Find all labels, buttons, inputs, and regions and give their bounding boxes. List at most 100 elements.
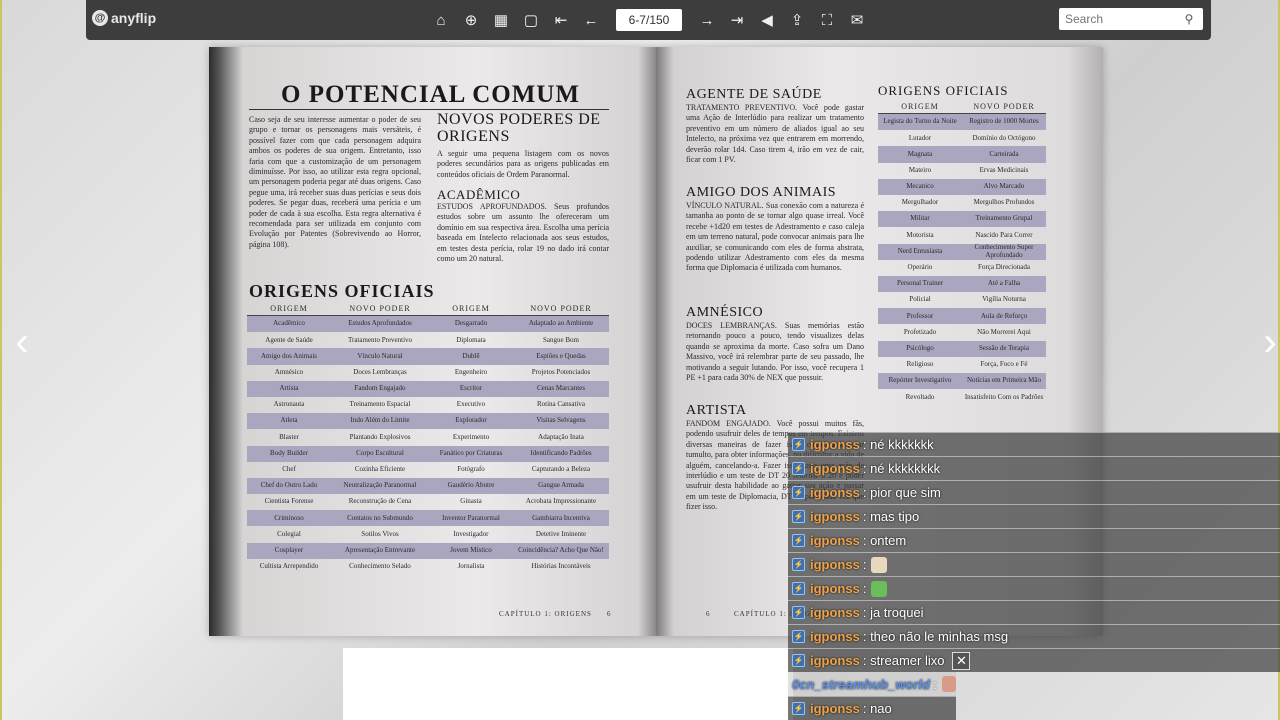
chat-message: ⚡ igponss: mas tipo xyxy=(788,504,1280,528)
table-cell: Mateiro xyxy=(908,165,932,174)
academico-heading: ACADÊMICO xyxy=(437,187,521,202)
table-cell: Mecanico xyxy=(906,182,934,191)
table-row: Militar Treinamento Grupal xyxy=(878,211,1046,228)
chat-message: ⚡ igponss: né kkkkkkkk xyxy=(788,456,1280,480)
table-cell: Agente de Saúde xyxy=(265,335,313,344)
search-box[interactable]: ⚲ xyxy=(1059,8,1203,30)
table-cell: Blaster xyxy=(279,432,299,441)
first-page-icon[interactable]: ⇤ xyxy=(546,8,576,32)
chat-username[interactable]: 0cn_streamhub_world xyxy=(792,677,930,692)
user-badge-icon: ⚡ xyxy=(792,558,805,571)
table-cell: Detetive Iminente xyxy=(535,529,587,538)
single-page-icon[interactable]: ▢ xyxy=(516,8,546,32)
amigo-text: VÍNCULO NATURAL. Sua conexão com a natur… xyxy=(686,201,864,273)
zoom-in-icon[interactable]: ⊕ xyxy=(456,8,486,32)
table-cell: Diplomata xyxy=(456,335,486,344)
table-cell: Conhecimento Super Aprofundado xyxy=(974,243,1034,259)
table-cell: Investigador xyxy=(453,529,489,538)
user-badge-icon: ⚡ xyxy=(792,486,805,499)
anyflip-logo-icon: @ xyxy=(92,10,108,26)
left-table-title: ORIGENS OFICIAIS xyxy=(249,281,435,301)
chat-username[interactable]: igponss xyxy=(810,437,860,452)
table-cell: Carteirada xyxy=(989,149,1019,158)
chat-username[interactable]: igponss xyxy=(810,533,860,548)
search-input[interactable] xyxy=(1059,9,1179,29)
prev-flip-arrow-icon[interactable]: ‹ xyxy=(10,320,34,364)
academico-text: ESTUDOS APROFUNDADOS. Seus profundos est… xyxy=(437,202,609,264)
thumbnails-icon[interactable]: ▦ xyxy=(486,8,516,32)
chat-username[interactable]: igponss xyxy=(810,629,860,644)
table-cell: Cosplayer xyxy=(274,545,304,554)
table-row: Chef Cozinha Eficiente Fotógrafo Capturando… xyxy=(247,462,609,478)
table-row: Agente de Saúde Tratamento Preventivo Dipl… xyxy=(247,332,609,348)
user-badge-icon: ⚡ xyxy=(792,462,805,475)
mail-icon[interactable]: ✉ xyxy=(842,8,872,32)
table-cell: Mergulhos Profundos xyxy=(973,198,1035,207)
table-cell: Treinamento Grupal xyxy=(975,214,1033,223)
anyflip-logo[interactable]: @ anyflip xyxy=(92,10,156,26)
chat-username[interactable]: igponss xyxy=(810,557,860,572)
close-icon[interactable]: ✕ xyxy=(952,651,971,670)
chat-message: ⚡ igponss: xyxy=(788,552,1280,576)
table-cell: Astronauta xyxy=(273,400,305,409)
chat-message-text: : mas tipo xyxy=(862,509,920,524)
table-cell: Criminoso xyxy=(274,513,304,522)
table-cell: Contatos no Submundo xyxy=(347,513,413,522)
table-row: Magnata Carteirada xyxy=(878,146,1046,163)
table-cell: Policial xyxy=(909,295,931,304)
chat-username[interactable]: igponss xyxy=(810,701,860,716)
page-indicator-input[interactable]: 6-7/150 xyxy=(616,9,682,31)
table-cell: Acadêmico xyxy=(273,319,305,328)
table-cell: Escritor xyxy=(459,384,483,393)
chat-username[interactable]: igponss xyxy=(810,461,860,476)
novos-poderes-heading: NOVOS PODERES DE ORIGENS xyxy=(437,111,601,145)
share-icon[interactable]: ⇪ xyxy=(782,8,812,32)
table-cell: Tratamento Preventivo xyxy=(347,335,413,344)
table-cell: Gaudério Abutre xyxy=(447,481,495,490)
table-cell: Artista xyxy=(279,384,299,393)
frog-emote-icon xyxy=(871,580,888,597)
fullscreen-icon[interactable]: ⛶ xyxy=(812,8,842,32)
chat-message: ⚡ igponss: né kkkkkkk xyxy=(788,432,1280,456)
sound-icon[interactable]: ◀ xyxy=(752,8,782,32)
chat-message-text: : xyxy=(862,581,867,596)
last-page-icon[interactable]: ⇥ xyxy=(722,8,752,32)
user-badge-icon: ⚡ xyxy=(792,438,805,451)
table-cell: Profetizado xyxy=(903,327,937,336)
title-rule xyxy=(249,109,609,110)
table-header-cell: ORIGEM xyxy=(901,102,939,112)
left-page[interactable]: O POTENCIAL COMUM Caso seja de seu inter… xyxy=(209,47,656,636)
table-row: Psicólogo Sessão de Terapia xyxy=(878,340,1046,357)
chat-username[interactable]: igponss xyxy=(810,605,860,620)
chat-message: ⚡ igponss: ja troquei xyxy=(788,600,1280,624)
table-cell: Visitas Selvagens xyxy=(536,416,586,425)
left-origens-table: ORIGEM NOVO PODER ORIGEM NOVO PODER Acadêmi… xyxy=(247,303,609,575)
chat-username[interactable]: igponss xyxy=(810,485,860,500)
chat-username[interactable]: igponss xyxy=(810,581,860,596)
table-cell: Personal Trainer xyxy=(896,279,944,288)
table-cell: Histórias Incontáveis xyxy=(531,562,591,571)
table-row: Amigo dos Animais Vínculo Natural Dublê Esp… xyxy=(247,348,609,365)
prev-page-icon[interactable]: ← xyxy=(576,8,606,32)
table-cell: Militar xyxy=(910,214,930,223)
table-cell: Sangue Bom xyxy=(543,335,579,344)
right-table-title: ORIGENS OFICIAIS xyxy=(878,83,1009,98)
table-cell: Jovem Místico xyxy=(450,545,492,554)
chat-username[interactable]: igponss xyxy=(810,653,860,668)
chat-username[interactable]: igponss xyxy=(810,509,860,524)
table-cell: Reconstrução de Cena xyxy=(348,497,412,506)
table-cell: Sotilos Vivos xyxy=(361,529,399,538)
table-row: Motorista Nascido Para Correr xyxy=(878,227,1046,243)
table-cell: Aula de Reforço xyxy=(980,311,1028,320)
table-row: Criminoso Contatos no Submundo Inventor Pa… xyxy=(247,510,609,527)
table-header-cell: ORIGEM xyxy=(452,304,490,314)
table-cell: Gambiarra Incentiva xyxy=(532,513,590,522)
table-header: ORIGEM NOVO PODER ORIGEM NOVO PODER xyxy=(247,303,609,316)
table-cell: Vínculo Natural xyxy=(357,351,403,360)
search-icon[interactable]: ⚲ xyxy=(1179,12,1199,26)
table-cell: Identificando Padrões xyxy=(530,448,592,457)
home-icon[interactable]: ⌂ xyxy=(426,8,456,32)
next-flip-arrow-icon[interactable]: › xyxy=(1258,320,1280,364)
next-page-icon[interactable]: → xyxy=(692,8,722,32)
table-cell: Fandom Engajado xyxy=(354,384,406,393)
